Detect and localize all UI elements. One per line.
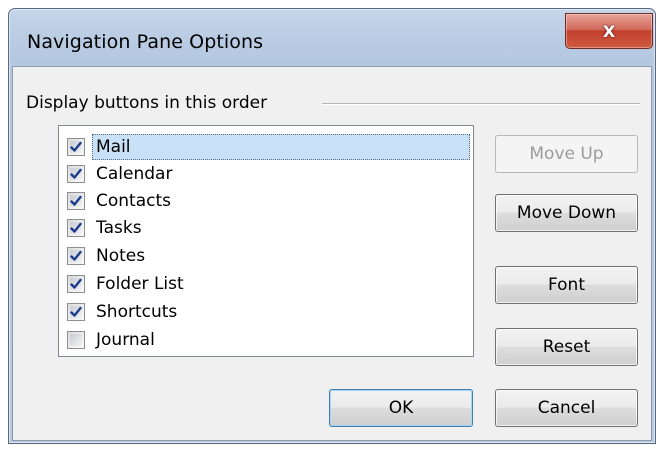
list-item[interactable]: Journal xyxy=(65,327,469,353)
list-item[interactable]: Tasks xyxy=(65,215,469,241)
list-item-label: Contacts xyxy=(96,191,171,211)
list-item-label: Notes xyxy=(96,246,146,266)
move-up-button[interactable]: Move Up xyxy=(495,135,638,173)
checkmark-icon xyxy=(70,306,82,317)
list-item[interactable]: Calendar xyxy=(65,161,469,187)
list-item-label: Folder List xyxy=(96,274,184,294)
list-item[interactable]: Shortcuts xyxy=(65,299,469,325)
checkmark-icon xyxy=(70,195,82,206)
checkbox[interactable] xyxy=(67,247,85,265)
list-item-label: Shortcuts xyxy=(96,302,178,322)
checkbox[interactable] xyxy=(67,275,85,293)
checkmark-icon xyxy=(70,222,82,233)
list-item[interactable]: Folder List xyxy=(65,271,469,297)
list-item-label: Mail xyxy=(92,134,470,160)
checkmark-icon xyxy=(70,278,82,289)
dialog-title: Navigation Pane Options xyxy=(27,31,264,53)
checkbox[interactable] xyxy=(67,303,85,321)
close-button[interactable]: X xyxy=(565,13,653,49)
ok-button[interactable]: OK xyxy=(329,389,473,427)
group-label: Display buttons in this order xyxy=(26,93,268,113)
reset-button[interactable]: Reset xyxy=(495,328,638,366)
list-item[interactable]: Notes xyxy=(65,243,469,269)
list-item[interactable]: Contacts xyxy=(65,188,469,214)
checkmark-icon xyxy=(70,168,82,179)
checkbox[interactable] xyxy=(67,219,85,237)
list-item-label: Journal xyxy=(96,330,155,350)
move-down-button[interactable]: Move Down xyxy=(495,194,638,232)
cancel-button[interactable]: Cancel xyxy=(495,389,638,427)
close-icon: X xyxy=(602,21,616,41)
list-item-label: Tasks xyxy=(96,218,142,238)
list-item-label: Calendar xyxy=(96,164,173,184)
list-item[interactable]: Mail xyxy=(65,134,470,160)
checkmark-icon xyxy=(70,141,82,152)
buttons-order-list[interactable]: Mail Calendar Contacts Tasks Notes Folder Lis… xyxy=(58,125,474,357)
checkbox[interactable] xyxy=(67,138,85,156)
group-divider xyxy=(322,103,640,105)
title-bar[interactable]: Navigation Pane Options xyxy=(9,9,655,69)
font-button[interactable]: Font xyxy=(495,266,638,304)
checkmark-icon xyxy=(70,250,82,261)
checkbox[interactable] xyxy=(67,331,85,349)
checkbox[interactable] xyxy=(67,165,85,183)
checkbox[interactable] xyxy=(67,192,85,210)
